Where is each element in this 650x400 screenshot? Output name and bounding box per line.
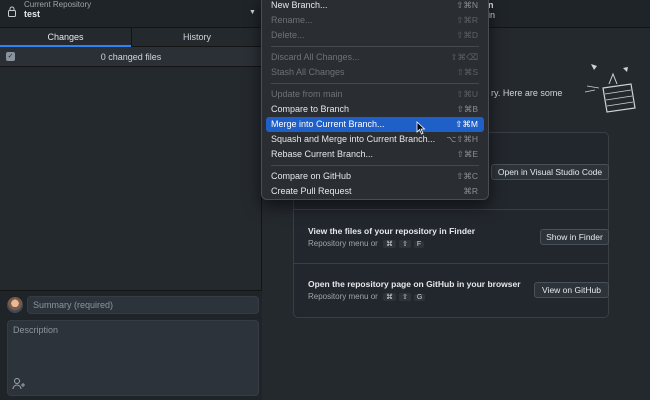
kbd-g: G bbox=[413, 294, 426, 301]
menu-item-shortcut: ⌥⇧⌘H bbox=[446, 134, 478, 144]
changed-files-count: 0 changed files bbox=[100, 52, 162, 62]
avatar bbox=[7, 297, 23, 313]
intro-text-fragment: ry. Here are some bbox=[491, 88, 563, 98]
mouse-pointer-icon bbox=[416, 121, 426, 135]
menu-item-new-branch[interactable]: New Branch... ⇧⌘N bbox=[266, 0, 484, 13]
menu-item-update-from-main[interactable]: Update from main ⇧⌘U bbox=[266, 87, 484, 102]
tab-changes[interactable]: Changes bbox=[0, 28, 131, 47]
kbd-cmd: ⌘ bbox=[383, 240, 397, 248]
card-subtitle-text: Repository menu or bbox=[308, 239, 378, 248]
menu-item-label: Merge into Current Branch... bbox=[271, 119, 385, 129]
summary-input[interactable]: Summary (required) bbox=[27, 296, 259, 314]
view-on-github-button[interactable]: View on GitHub bbox=[534, 282, 609, 298]
sidebar: Changes History ✓ 0 changed files Summar… bbox=[0, 28, 262, 400]
kbd-f: F bbox=[413, 241, 425, 248]
menu-item-shortcut: ⇧⌘⌫ bbox=[450, 52, 478, 62]
menu-item-discard-all[interactable]: Discard All Changes... ⇧⌘⌫ bbox=[266, 50, 484, 65]
card-title: Open the repository page on GitHub in yo… bbox=[308, 279, 521, 289]
kbd-shift: ⇧ bbox=[399, 293, 411, 301]
repository-label: Current Repository bbox=[24, 0, 92, 9]
tab-history[interactable]: History bbox=[131, 28, 262, 47]
menu-item-label: Delete... bbox=[271, 30, 305, 40]
menu-item-shortcut: ⇧⌘E bbox=[456, 149, 478, 159]
add-coauthor-icon[interactable] bbox=[12, 377, 26, 391]
menu-item-rename[interactable]: Rename... ⇧⌘R bbox=[266, 13, 484, 28]
menu-item-rebase[interactable]: Rebase Current Branch... ⇧⌘E bbox=[266, 147, 484, 162]
menu-item-label: Compare to Branch bbox=[271, 104, 350, 114]
lock-icon bbox=[8, 6, 16, 17]
card-subtitle: Repository menu or ⌘ ⇧ F bbox=[308, 239, 425, 248]
menu-item-label: Discard All Changes... bbox=[271, 52, 360, 62]
open-in-editor-button[interactable]: Open in Visual Studio Code bbox=[491, 164, 609, 180]
menu-item-label: Rename... bbox=[271, 15, 313, 25]
menu-item-label: Rebase Current Branch... bbox=[271, 149, 374, 159]
app-window: Current Repository test ▼ n in Changes H… bbox=[0, 0, 650, 400]
menu-item-create-pull-request[interactable]: Create Pull Request ⌘R bbox=[266, 184, 484, 199]
show-in-finder-card: View the files of your repository in Fin… bbox=[294, 210, 609, 264]
branch-menu: New Branch... ⇧⌘N Rename... ⇧⌘R Delete..… bbox=[261, 0, 489, 200]
menu-item-compare-to-branch[interactable]: Compare to Branch ⇧⌘B bbox=[266, 102, 484, 117]
illustration bbox=[584, 64, 636, 113]
menu-item-compare-on-github[interactable]: Compare on GitHub ⇧⌘C bbox=[266, 169, 484, 184]
menu-separator bbox=[271, 83, 479, 84]
chevron-down-icon: ▼ bbox=[249, 9, 256, 16]
menu-item-label: Squash and Merge into Current Branch... bbox=[271, 134, 436, 144]
menu-item-merge-into-current[interactable]: Merge into Current Branch... ⇧⌘M bbox=[266, 117, 484, 132]
menu-item-shortcut: ⇧⌘D bbox=[456, 30, 478, 40]
menu-item-shortcut: ⇧⌘N bbox=[456, 0, 478, 10]
current-repository-button[interactable]: Current Repository test ▼ bbox=[0, 0, 262, 28]
repository-name: test bbox=[24, 9, 41, 19]
menu-item-label: Update from main bbox=[271, 89, 343, 99]
changes-header: ✓ 0 changed files bbox=[0, 47, 262, 67]
kbd-shift: ⇧ bbox=[399, 240, 411, 248]
menu-item-delete[interactable]: Delete... ⇧⌘D bbox=[266, 28, 484, 43]
commit-area: Summary (required) Description bbox=[0, 290, 262, 400]
menu-item-label: Create Pull Request bbox=[271, 186, 352, 196]
view-on-github-card: Open the repository page on GitHub in yo… bbox=[294, 264, 609, 317]
card-subtitle: Repository menu or ⌘ ⇧ G bbox=[308, 292, 426, 301]
menu-item-squash-and-merge[interactable]: Squash and Merge into Current Branch... … bbox=[266, 132, 484, 147]
menu-separator bbox=[271, 46, 479, 47]
menu-item-shortcut: ⌘R bbox=[463, 186, 478, 196]
menu-item-label: New Branch... bbox=[271, 0, 328, 10]
menu-item-shortcut: ⇧⌘B bbox=[456, 104, 478, 114]
menu-item-label: Stash All Changes bbox=[271, 67, 345, 77]
menu-item-shortcut: ⇧⌘U bbox=[456, 89, 478, 99]
sidebar-tabs: Changes History bbox=[0, 28, 262, 47]
menu-item-label: Compare on GitHub bbox=[271, 171, 352, 181]
menu-item-shortcut: ⇧⌘C bbox=[456, 171, 478, 181]
menu-item-stash-all[interactable]: Stash All Changes ⇧⌘S bbox=[266, 65, 484, 80]
show-in-finder-button[interactable]: Show in Finder bbox=[540, 229, 609, 245]
menu-item-shortcut: ⇧⌘R bbox=[456, 15, 478, 25]
card-title: View the files of your repository in Fin… bbox=[308, 226, 476, 236]
menu-item-shortcut: ⇧⌘S bbox=[456, 67, 478, 77]
current-branch-name-fragment[interactable]: in bbox=[488, 10, 495, 20]
description-placeholder: Description bbox=[13, 325, 59, 335]
description-field[interactable]: Description bbox=[7, 320, 259, 396]
card-subtitle-text: Repository menu or bbox=[308, 292, 378, 301]
kbd-cmd: ⌘ bbox=[383, 293, 397, 301]
menu-separator bbox=[271, 165, 479, 166]
menu-item-shortcut: ⇧⌘M bbox=[455, 119, 478, 129]
